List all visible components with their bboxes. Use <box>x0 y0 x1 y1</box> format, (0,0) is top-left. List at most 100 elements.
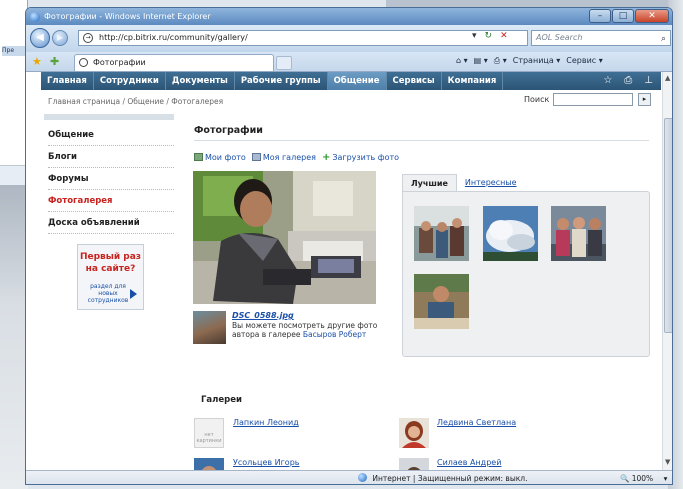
breadcrumb[interactable]: Главная страница / Общение / Фотогалерея <box>48 97 223 106</box>
gallery-link[interactable]: Ледвина Светлана <box>437 418 516 427</box>
ie-logo-icon <box>30 12 40 22</box>
left-nav-blogs[interactable]: Блоги <box>48 146 174 168</box>
tab-title: Фотографии <box>93 58 146 67</box>
my-photos-link[interactable]: Мои фото <box>194 153 246 162</box>
menu-icons: ☆ ⎙ ⊥ <box>603 75 653 86</box>
address-input[interactable]: → http://cp.bitrix.ru/community/gallery/ <box>78 30 528 46</box>
new-tab-button[interactable] <box>276 56 292 70</box>
vertical-scrollbar[interactable]: ▲ ▼ <box>662 72 672 470</box>
gallery-link[interactable]: Усольцев Игорь <box>233 458 300 467</box>
gallery-avatar[interactable] <box>399 418 429 448</box>
menu-item-home[interactable]: Главная <box>41 72 94 90</box>
left-nav-communication[interactable]: Общение <box>48 124 174 146</box>
scroll-down-arrow-icon[interactable]: ▼ <box>665 458 670 466</box>
featured-photo[interactable] <box>193 171 376 304</box>
forward-button[interactable]: ▶ <box>52 30 68 46</box>
author-avatar[interactable] <box>193 311 226 344</box>
zoom-control[interactable]: 🔍 100% ▾ <box>620 471 668 484</box>
author-gallery-link[interactable]: Басыров Роберт <box>303 330 366 339</box>
menu-item-workgroups[interactable]: Рабочие группы <box>235 72 328 90</box>
page-menu[interactable]: Страница ▾ <box>513 56 561 66</box>
status-zone[interactable]: Интернет | Защищенный режим: выкл. <box>358 471 528 484</box>
photo-thumbnail[interactable] <box>414 274 469 329</box>
arrow-right-icon <box>130 289 137 299</box>
window-controls: – □ ✕ <box>589 9 669 23</box>
photo-thumbnail[interactable] <box>551 206 606 261</box>
thumbnail-image <box>551 206 606 261</box>
home-icon[interactable]: ⌂ ▾ <box>456 56 468 66</box>
print-icon[interactable]: ⎙ <box>624 75 632 86</box>
thumbnail-image <box>414 206 469 261</box>
close-button[interactable]: ✕ <box>635 9 669 23</box>
tab-interesting[interactable]: Интересные <box>457 174 525 192</box>
address-dropdown-button[interactable]: ▾ <box>472 31 477 41</box>
photo-info: DSC_0588.jpg Вы можете посмотреть другие… <box>193 311 377 347</box>
star-icon[interactable]: ☆ <box>603 75 612 86</box>
refresh-button[interactable]: ↻ <box>485 31 493 41</box>
photo-thumbnail[interactable] <box>414 206 469 261</box>
status-bar: Интернет | Защищенный режим: выкл. 🔍 100… <box>26 470 672 484</box>
address-toolbar: ◀ ▶ → http://cp.bitrix.ru/community/gall… <box>26 25 672 52</box>
maximize-button[interactable]: □ <box>612 9 634 23</box>
gallery-link[interactable]: Лапкин Леонид <box>233 418 299 427</box>
scrollbar-thumb[interactable] <box>664 118 672 333</box>
best-photos-panel <box>402 191 650 357</box>
menu-item-employees[interactable]: Сотрудники <box>94 72 166 90</box>
menu-item-documents[interactable]: Документы <box>166 72 235 90</box>
page-icon: → <box>83 33 93 43</box>
gallery-link[interactable]: Силаев Андрей <box>437 458 501 467</box>
galleries-heading: Галереи <box>201 395 242 405</box>
photo-filename-link[interactable]: DSC_0588.jpg <box>232 311 294 320</box>
print-icon[interactable]: ⎙ ▾ <box>494 56 507 66</box>
avatar-image <box>399 418 429 448</box>
address-url: http://cp.bitrix.ru/community/gallery/ <box>99 33 248 42</box>
page-search-label: Поиск <box>524 95 550 104</box>
page-search-input[interactable] <box>553 93 633 106</box>
stop-button[interactable]: ✕ <box>500 31 508 41</box>
menu-item-services[interactable]: Сервисы <box>387 72 442 90</box>
title-divider <box>194 140 649 141</box>
tab-toolbar: ★ ✚ Фотографии ⌂ ▾ ▤ ▾ ⎙ ▾ Страница ▾ Се… <box>26 52 672 72</box>
left-nav-header <box>44 114 174 120</box>
left-nav-photogallery[interactable]: Фотогалерея <box>48 190 174 212</box>
photo-tabs: Лучшие Интересные <box>402 174 525 192</box>
my-gallery-link[interactable]: Моя галерея <box>251 153 316 162</box>
add-favorite-icon[interactable]: ✚ <box>50 55 59 68</box>
gallery-avatar-placeholder[interactable]: нет картинки <box>194 418 224 448</box>
left-nav-forums[interactable]: Форумы <box>48 168 174 190</box>
back-button[interactable]: ◀ <box>30 28 50 48</box>
upload-photo-link[interactable]: + Загрузить фото <box>322 152 399 163</box>
promo-subtitle: раздел для новых сотрудников <box>87 283 129 304</box>
status-text: Интернет | Защищенный режим: выкл. <box>372 474 528 483</box>
sitemap-icon[interactable]: ⊥ <box>644 75 653 86</box>
background-window-footer <box>0 165 28 185</box>
window-titlebar[interactable]: Фотографии - Windows Internet Explorer –… <box>26 8 672 25</box>
favorites-star-icon[interactable]: ★ <box>32 55 42 68</box>
left-nav-bulletin-board[interactable]: Доска объявлений <box>48 212 174 234</box>
feeds-icon[interactable]: ▤ ▾ <box>474 56 488 66</box>
page-search-button[interactable]: ▸ <box>638 93 651 106</box>
scroll-up-arrow-icon[interactable]: ▲ <box>665 74 670 82</box>
search-placeholder: AOL Search <box>536 33 583 42</box>
search-icon[interactable]: ⌕ <box>661 32 666 46</box>
photo-thumbnail[interactable] <box>483 206 538 261</box>
tab-best[interactable]: Лучшие <box>402 174 457 192</box>
plus-icon: + <box>321 152 331 163</box>
photo-description: Вы можете посмотреть другие фото автора … <box>232 321 382 339</box>
promo-title: Первый раз на сайте? <box>79 252 142 274</box>
menu-item-company[interactable]: Компания <box>442 72 504 90</box>
gallery-icon <box>251 153 261 161</box>
page-title: Фотографии <box>194 125 263 136</box>
address-buttons: ▾ ↻ ✕ <box>472 31 508 41</box>
tools-menu[interactable]: Сервис ▾ <box>566 56 602 66</box>
minimize-button[interactable]: – <box>589 9 611 23</box>
newcomer-promo-banner[interactable]: Первый раз на сайте? раздел для новых со… <box>77 244 144 310</box>
web-page: Главная Сотрудники Документы Рабочие гру… <box>26 72 662 484</box>
search-input[interactable]: AOL Search ⌕ <box>531 30 671 46</box>
menu-item-communication[interactable]: Общение <box>327 72 387 90</box>
zoom-dropdown-icon[interactable]: ▾ <box>664 474 668 483</box>
thumbnail-image <box>414 274 469 329</box>
gallery-actions: Мои фото Моя галерея + Загрузить фото <box>194 152 399 163</box>
background-desktop-shade <box>0 185 28 489</box>
browser-tab[interactable]: Фотографии <box>74 54 274 71</box>
